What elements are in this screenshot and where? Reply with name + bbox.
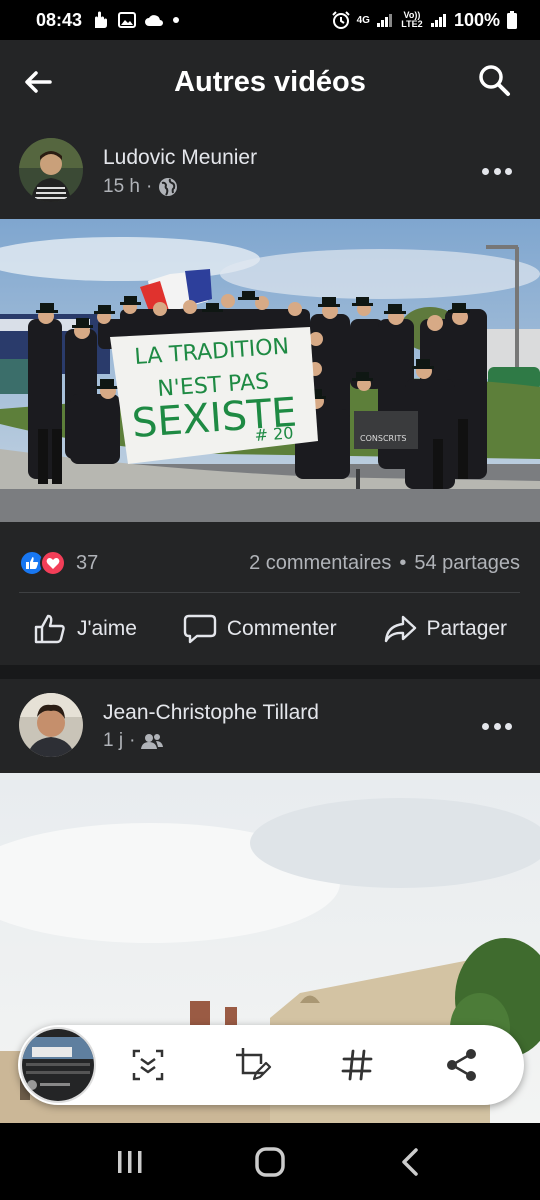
post-actions: J'aime Commenter Partager [0, 604, 540, 654]
feed-separator [0, 665, 540, 679]
thumbs-up-icon [33, 613, 67, 645]
gallery-icon [118, 11, 137, 29]
volte-label: Vo)) LTE2 [401, 10, 423, 29]
home-icon[interactable] [250, 1142, 290, 1182]
divider [19, 592, 520, 593]
post-meta-2: 1 j · [103, 730, 164, 752]
avatar-2[interactable] [19, 693, 83, 757]
battery-icon [506, 11, 518, 29]
signal-icon [376, 12, 394, 28]
alarm-icon [331, 10, 351, 30]
comment-label: Commenter [226, 617, 337, 640]
screenshot-thumbnail[interactable] [20, 1027, 96, 1103]
more-options-icon[interactable] [482, 164, 512, 178]
stats-separator: • [399, 552, 407, 574]
share-arrow-icon [383, 614, 417, 644]
dot-icon [172, 16, 180, 24]
author-name[interactable]: Ludovic Meunier [103, 146, 257, 170]
globe-icon [158, 177, 178, 197]
reactions-summary[interactable]: 37 [19, 550, 98, 576]
post-time-2[interactable]: 1 j [103, 730, 123, 752]
comment-bubble-icon [183, 613, 217, 645]
post-video[interactable]: LA TRADITION N'EST PAS SEXISTE # 20 CONS… [0, 219, 540, 522]
share-button[interactable]: Partager [383, 614, 508, 644]
avatar[interactable] [19, 138, 83, 202]
app-bar: Autres vidéos [0, 40, 540, 124]
hashtag-icon[interactable] [337, 1045, 377, 1085]
sign-text: CONSCRITS [360, 434, 406, 443]
back-arrow-icon[interactable] [22, 66, 54, 98]
search-icon[interactable] [476, 62, 512, 98]
post-header: Ludovic Meunier 15 h · [0, 124, 540, 219]
cloud-icon [144, 13, 164, 27]
scroll-capture-icon[interactable] [128, 1045, 168, 1085]
shares-count[interactable]: 54 partages [414, 552, 520, 575]
like-label: J'aime [76, 617, 137, 640]
recent-apps-icon[interactable] [110, 1142, 150, 1182]
page-title: Autres vidéos [174, 65, 366, 98]
more-options-icon-2[interactable] [482, 719, 512, 733]
network-type: 4G [356, 14, 370, 26]
comments-count[interactable]: 2 commentaires [249, 552, 391, 575]
reaction-count: 37 [76, 551, 99, 574]
status-time: 08:43 [36, 9, 83, 30]
status-bar: 08:43 4G Vo)) LTE2 100% [0, 0, 540, 40]
back-icon[interactable] [390, 1142, 430, 1182]
share-label: Partager [426, 617, 508, 640]
friends-icon [141, 732, 164, 750]
like-button[interactable]: J'aime [33, 613, 137, 645]
signal-2-icon [430, 12, 448, 28]
meta-separator-2: · [129, 730, 136, 751]
author-name-2[interactable]: Jean-Christophe Tillard [103, 701, 319, 725]
share-icon[interactable] [442, 1045, 482, 1085]
love-reaction-icon [40, 550, 66, 576]
engagement-stats: 2 commentaires • 54 partages [249, 552, 520, 575]
notification-hand-icon [90, 10, 110, 30]
crop-edit-icon[interactable] [233, 1045, 273, 1085]
screenshot-toolbar [18, 1025, 524, 1105]
banner-line-4: # 20 [254, 423, 294, 445]
meta-separator: · [145, 176, 153, 197]
system-nav-bar [0, 1123, 540, 1200]
post-time[interactable]: 15 h [103, 176, 140, 198]
post-meta: 15 h · [103, 176, 178, 198]
comment-button[interactable]: Commenter [183, 613, 337, 645]
battery-percent: 100% [453, 9, 500, 30]
post-header-2: Jean-Christophe Tillard 1 j · [0, 679, 540, 773]
